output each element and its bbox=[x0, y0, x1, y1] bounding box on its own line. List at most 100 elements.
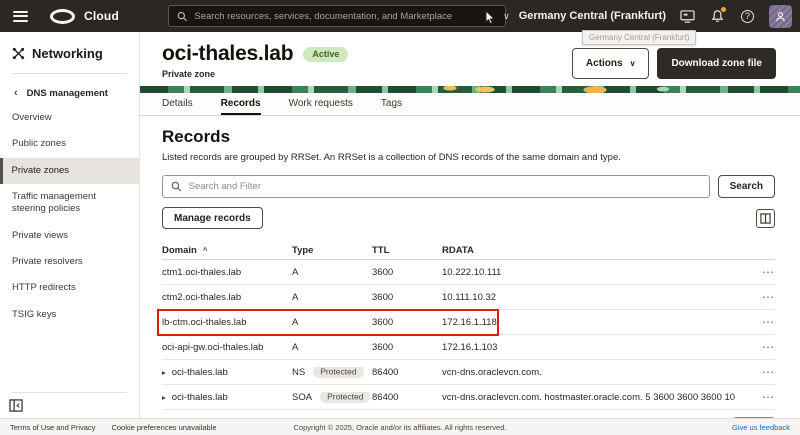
divider bbox=[12, 392, 127, 393]
row-actions-menu[interactable]: ⋯ bbox=[749, 267, 775, 277]
sidebar-item-private-resolvers[interactable]: Private resolvers bbox=[0, 249, 139, 275]
collapse-panel-icon bbox=[9, 399, 23, 412]
filter-search-input[interactable] bbox=[189, 181, 701, 192]
sidebar-item-public-zones[interactable]: Public zones bbox=[0, 131, 139, 157]
tab-details[interactable]: Details bbox=[162, 93, 193, 115]
table-row[interactable]: oci-api-gw.oci-thales.lab A 3600 172.16.… bbox=[162, 335, 775, 360]
region-tooltip: Germany Central (Frankfurt) bbox=[582, 30, 696, 45]
table-row-expandable[interactable]: ▸oci-thales.lab NSProtected 86400 vcn-dn… bbox=[162, 360, 775, 385]
page-title: oci-thales.lab bbox=[162, 42, 293, 66]
row-actions-menu[interactable]: ⋯ bbox=[749, 392, 775, 402]
networking-icon bbox=[12, 47, 25, 60]
cell-type: A bbox=[292, 317, 372, 328]
search-button[interactable]: Search bbox=[718, 175, 775, 198]
cell-type: A bbox=[292, 342, 372, 353]
filter-search-box[interactable] bbox=[162, 175, 710, 198]
sidebar-item-overview[interactable]: Overview bbox=[0, 105, 139, 131]
global-search-bar[interactable] bbox=[168, 5, 506, 27]
person-icon bbox=[775, 11, 786, 22]
cell-ttl: 3600 bbox=[372, 317, 442, 328]
cell-type: A bbox=[292, 292, 372, 303]
cell-domain: oci-api-gw.oci-thales.lab bbox=[162, 342, 292, 353]
feedback-link[interactable]: Give us feedback bbox=[732, 423, 800, 432]
region-label: Germany Central (Frankfurt) bbox=[519, 10, 666, 22]
help-icon[interactable]: ? bbox=[739, 8, 756, 25]
notifications-bell-icon[interactable] bbox=[709, 8, 726, 25]
mouse-cursor bbox=[485, 11, 497, 25]
status-badge: Active bbox=[303, 47, 348, 62]
oci-console-window: Cloud ∨ Germany Central (Frankfurt) ? bbox=[0, 0, 800, 435]
sidebar-item-private-zones[interactable]: Private zones bbox=[0, 158, 139, 184]
oracle-logo-icon bbox=[50, 9, 75, 24]
sidebar-item-traffic-management[interactable]: Traffic management steering policies bbox=[0, 184, 139, 223]
row-actions-menu[interactable]: ⋯ bbox=[749, 292, 775, 302]
cell-domain: ctm2.oci-thales.lab bbox=[162, 292, 292, 303]
cell-domain: ctm1.oci-thales.lab bbox=[162, 267, 292, 278]
column-header-domain[interactable]: Domain ^ bbox=[162, 245, 292, 256]
cell-type: A bbox=[292, 267, 372, 278]
cell-type: SOAProtected bbox=[292, 392, 372, 403]
cell-ttl: 86400 bbox=[372, 367, 442, 378]
row-actions-menu[interactable]: ⋯ bbox=[749, 342, 775, 352]
region-selector[interactable]: ∨ Germany Central (Frankfurt) bbox=[503, 10, 666, 22]
user-profile-avatar[interactable] bbox=[769, 5, 792, 28]
sort-ascending-icon[interactable]: ^ bbox=[203, 246, 208, 255]
sidebar-section-dns-management[interactable]: ‹ DNS management bbox=[0, 74, 139, 105]
protected-badge: Protected bbox=[320, 392, 370, 403]
terms-link[interactable]: Terms of Use and Privacy bbox=[10, 423, 95, 432]
sidebar-item-private-views[interactable]: Private views bbox=[0, 223, 139, 249]
row-actions-menu[interactable]: ⋯ bbox=[749, 317, 775, 327]
brand-label: Cloud bbox=[84, 9, 119, 23]
cell-rdata: 10.111.10.32 bbox=[442, 292, 749, 303]
search-icon bbox=[171, 181, 182, 192]
tab-tags[interactable]: Tags bbox=[381, 93, 402, 115]
main-content: oci-thales.lab Active Private zone Actio… bbox=[140, 32, 800, 418]
records-table: Domain ^ Type TTL RDATA ctm1.oci-thales.… bbox=[162, 241, 775, 410]
sidebar-title: Networking bbox=[0, 32, 139, 71]
cell-domain: ▸oci-thales.lab bbox=[162, 367, 292, 378]
table-row[interactable]: ctm2.oci-thales.lab A 3600 10.111.10.32 … bbox=[162, 285, 775, 310]
left-navigation-sidebar: Networking ‹ DNS management Overview Pub… bbox=[0, 32, 140, 418]
cloud-shell-icon[interactable] bbox=[679, 8, 696, 25]
page-footer: Terms of Use and Privacy Cookie preferen… bbox=[0, 418, 800, 435]
sidebar-item-tsig-keys[interactable]: TSIG keys bbox=[0, 302, 139, 328]
cell-ttl: 3600 bbox=[372, 292, 442, 303]
sidebar-item-http-redirects[interactable]: HTTP redirects bbox=[0, 275, 139, 301]
cell-rdata: vcn-dns.oraclevcn.com. hostmaster.oracle… bbox=[442, 392, 749, 403]
records-description: Listed records are grouped by RRSet. An … bbox=[162, 152, 775, 163]
cell-rdata: 172.16.1.103 bbox=[442, 342, 749, 353]
records-heading: Records bbox=[162, 127, 775, 147]
table-row-expandable[interactable]: ▸oci-thales.lab SOAProtected 86400 vcn-d… bbox=[162, 385, 775, 410]
column-header-ttl[interactable]: TTL bbox=[372, 245, 442, 256]
actions-button[interactable]: Actions ∨ bbox=[572, 48, 650, 79]
global-search-input[interactable] bbox=[194, 11, 497, 22]
table-row[interactable]: ctm1.oci-thales.lab A 3600 10.222.10.111… bbox=[162, 260, 775, 285]
columns-icon bbox=[760, 213, 771, 224]
column-header-type[interactable]: Type bbox=[292, 245, 372, 256]
protected-badge: Protected bbox=[313, 367, 363, 378]
hamburger-menu-icon[interactable] bbox=[13, 11, 28, 22]
zone-type-label: Private zone bbox=[162, 69, 348, 79]
collapse-sidebar-button[interactable] bbox=[8, 398, 24, 413]
cell-ttl: 86400 bbox=[372, 392, 442, 403]
tab-work-requests[interactable]: Work requests bbox=[289, 93, 353, 115]
notification-dot bbox=[721, 7, 726, 12]
manage-records-button[interactable]: Manage records bbox=[162, 207, 263, 229]
cell-rdata: vcn-dns.oraclevcn.com. bbox=[442, 367, 749, 378]
row-actions-menu[interactable]: ⋯ bbox=[749, 367, 775, 377]
cell-ttl: 3600 bbox=[372, 267, 442, 278]
chevron-down-icon: ∨ bbox=[630, 59, 636, 68]
column-settings-button[interactable] bbox=[756, 209, 775, 228]
cell-domain: ▸oci-thales.lab bbox=[162, 392, 292, 403]
cell-rdata: 172.16.1.118 bbox=[442, 317, 749, 328]
download-zone-file-button[interactable]: Download zone file bbox=[657, 48, 776, 79]
chevron-down-icon: ∨ bbox=[503, 11, 510, 22]
table-header-row: Domain ^ Type TTL RDATA bbox=[162, 241, 775, 260]
tab-bar: Details Records Work requests Tags bbox=[140, 93, 800, 116]
cell-domain: lb-ctm.oci-thales.lab bbox=[162, 317, 292, 328]
tab-records[interactable]: Records bbox=[221, 93, 261, 115]
expand-caret-icon[interactable]: ▸ bbox=[162, 393, 166, 402]
column-header-rdata[interactable]: RDATA bbox=[442, 245, 749, 256]
expand-caret-icon[interactable]: ▸ bbox=[162, 368, 166, 377]
table-row-highlighted[interactable]: lb-ctm.oci-thales.lab A 3600 172.16.1.11… bbox=[162, 310, 775, 335]
